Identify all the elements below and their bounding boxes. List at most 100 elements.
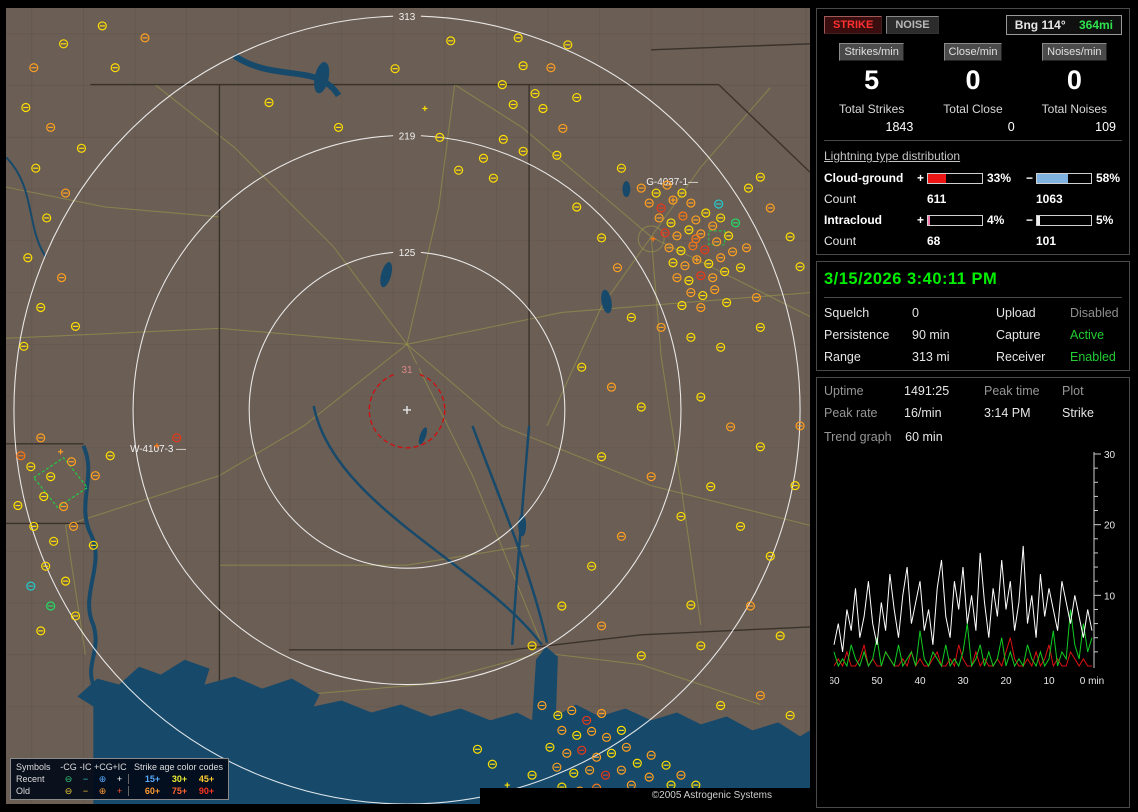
legend-age-code: 45+: [193, 773, 220, 785]
legend-type-neg-cg: -CG: [60, 761, 77, 773]
total-noises-value: 109: [1027, 116, 1122, 134]
legend-type-pos-cg: +CG: [94, 761, 111, 773]
bearing-value: Bng 114°: [1015, 18, 1066, 32]
trend-y-tick: 20: [1104, 521, 1116, 532]
legend-age-code: 90+: [193, 785, 220, 797]
legend-symbol: ⊕: [94, 773, 111, 785]
ic-count-label: Count: [824, 234, 914, 248]
legend-symbols-label: Symbols: [16, 761, 60, 773]
trend-x-tick: 60: [830, 676, 840, 687]
ic-plus-pct: 4%: [983, 213, 1023, 227]
strike-mode-button[interactable]: STRIKE: [824, 16, 882, 34]
capture-status: Active: [1070, 328, 1122, 342]
trend-chart-canvas: 1020306050403020100 min: [830, 448, 1126, 694]
legend-symbol: +: [111, 773, 128, 785]
trend-graph-label: Trend graph: [824, 430, 892, 444]
ring-label-outer: 313: [399, 12, 416, 23]
cg-minus-pct: 58%: [1092, 171, 1126, 185]
cg-minus-bar: [1036, 173, 1092, 184]
trend-x-tick: 0 min: [1080, 676, 1104, 687]
total-close-label: Total Close: [925, 102, 1020, 116]
capture-label: Capture: [996, 328, 1070, 342]
divider: [824, 140, 1122, 141]
nexstorm-window: 313 219 125 31 G-4037-1— W-4107-3 — Symb…: [0, 0, 1138, 812]
total-strikes-label: Total Strikes: [824, 102, 919, 116]
trend-x-tick: 30: [957, 676, 969, 687]
legend-type-neg-ic: -IC: [77, 761, 94, 773]
total-strikes-value: 1843: [824, 116, 919, 134]
range-label: Range: [824, 350, 912, 364]
ring-label-middle: 219: [399, 131, 416, 142]
cg-plus-pct: 33%: [983, 171, 1023, 185]
strikes-per-min-value: 5: [824, 61, 919, 102]
legend-symbol: ⊖: [60, 785, 77, 797]
copyright-bar: ©2005 Astrogenic Systems: [480, 788, 810, 804]
noise-mode-button[interactable]: NOISE: [886, 16, 938, 34]
legend-row: Old⊖−⊕+60+75+90+: [16, 785, 223, 797]
peak-rate-label: Peak rate: [824, 406, 904, 420]
cg-plus-bar: [927, 173, 983, 184]
legend-row: Recent⊖−⊕+15+30+45+: [16, 773, 223, 785]
datetime-display: 3/15/2026 3:40:11 PM: [824, 268, 1122, 298]
map-legend: Symbols -CG -IC +CG +IC Strike age color…: [10, 758, 229, 800]
persistence-value: 90 min: [912, 328, 996, 342]
uptime-value: 1491:25: [904, 384, 984, 398]
cg-plus-sign: +: [914, 171, 927, 185]
close-per-min-value: 0: [925, 61, 1020, 102]
legend-age-code: 30+: [166, 773, 193, 785]
legend-symbol: ⊕: [94, 785, 111, 797]
trend-graph: 1020306050403020100 min: [830, 448, 1122, 697]
legend-age-code: 75+: [166, 785, 193, 797]
legend-symbol: −: [77, 773, 94, 785]
total-noises-label: Total Noises: [1027, 102, 1122, 116]
ic-minus-pct: 5%: [1092, 213, 1126, 227]
legend-age-code: 15+: [139, 773, 166, 785]
station-label: G-4037-1—: [646, 177, 698, 188]
plot-label: Plot: [1062, 384, 1122, 398]
legend-row-label: Recent: [16, 773, 60, 785]
legend-row-label: Old: [16, 785, 60, 797]
distance-value: 364mi: [1079, 18, 1113, 32]
distribution-title: Lightning type distribution: [824, 149, 1122, 163]
range-value: 313 mi: [912, 350, 996, 364]
lightning-map[interactable]: 313 219 125 31 G-4037-1— W-4107-3 — Symb…: [6, 8, 810, 804]
intracloud-label: Intracloud: [824, 213, 914, 227]
cg-minus-count: 1063: [1036, 192, 1092, 206]
trend-section: Uptime 1491:25 Peak time Plot Peak rate …: [816, 377, 1130, 808]
legend-symbol: ⊖: [60, 773, 77, 785]
legend-age-code: 60+: [139, 785, 166, 797]
receiver-label: Receiver: [996, 350, 1070, 364]
cg-plus-count: 611: [927, 192, 983, 206]
legend-symbol: −: [77, 785, 94, 797]
legend-rows: Recent⊖−⊕+15+30+45+Old⊖−⊕+60+75+90+: [16, 773, 223, 797]
ring-label-inner: 125: [399, 248, 416, 259]
ic-plus-sign: +: [914, 213, 927, 227]
receiver-status: Enabled: [1070, 350, 1122, 364]
cg-minus-sign: −: [1023, 171, 1036, 185]
total-close-value: 0: [925, 116, 1020, 134]
alarm-ring-label: 31: [401, 365, 413, 376]
persistence-label: Persistence: [824, 328, 912, 342]
upload-label: Upload: [996, 306, 1070, 320]
map-canvas: 313 219 125 31 G-4037-1— W-4107-3 —: [6, 8, 810, 804]
peak-rate-value: 16/min: [904, 406, 984, 420]
legend-symbol: +: [111, 785, 128, 797]
ic-minus-bar: [1036, 215, 1092, 226]
counters-section: STRIKE NOISE Bng 114° 364mi Strikes/min …: [816, 8, 1130, 255]
close-per-min-label: Close/min: [944, 43, 1003, 61]
trend-series-strikes: [834, 546, 1092, 652]
trend-x-tick: 50: [871, 676, 883, 687]
squelch-value: 0: [912, 306, 996, 320]
strikes-per-min-label: Strikes/min: [839, 43, 903, 61]
squelch-label: Squelch: [824, 306, 912, 320]
legend-age-title: Strike age color codes: [128, 761, 223, 773]
trend-x-tick: 10: [1043, 676, 1055, 687]
trend-window-value: 60 min: [905, 430, 943, 444]
ic-plus-count: 68: [927, 234, 983, 248]
bearing-readout[interactable]: Bng 114° 364mi: [1006, 15, 1122, 35]
cloud-ground-label: Cloud-ground: [824, 171, 914, 185]
trend-x-tick: 20: [1000, 676, 1012, 687]
plot-value: Strike: [1062, 406, 1122, 420]
side-panel: STRIKE NOISE Bng 114° 364mi Strikes/min …: [810, 0, 1138, 812]
cg-count-label: Count: [824, 192, 914, 206]
